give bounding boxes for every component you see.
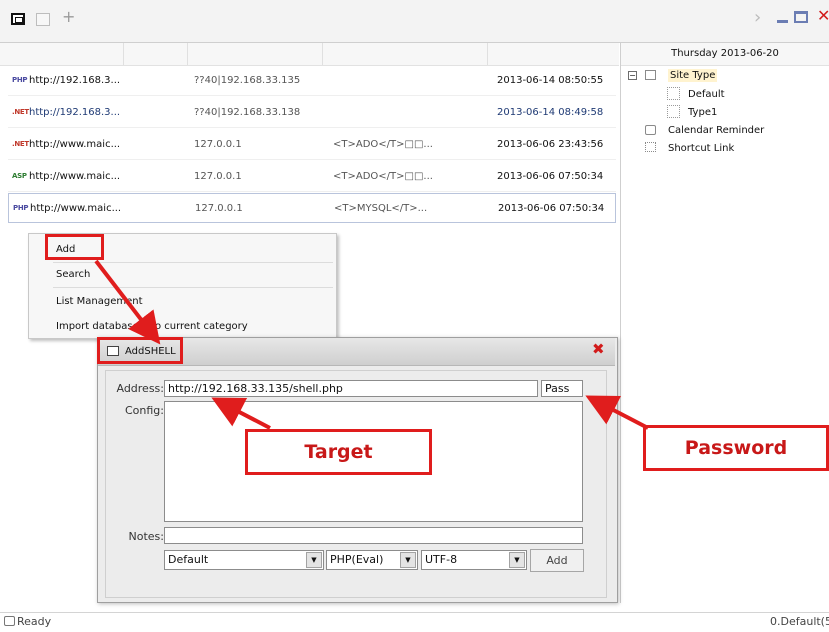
arrow-target-to-address (211, 397, 271, 430)
status-text: Ready (17, 615, 52, 628)
arrow-password-to-field (585, 395, 649, 430)
annotation-arrows (94, 259, 649, 430)
status-bar (0, 612, 829, 632)
arrow-add-to-dialog (94, 259, 161, 345)
status-icon (4, 616, 15, 626)
status-category-count: 0.Default(5 (770, 615, 829, 628)
